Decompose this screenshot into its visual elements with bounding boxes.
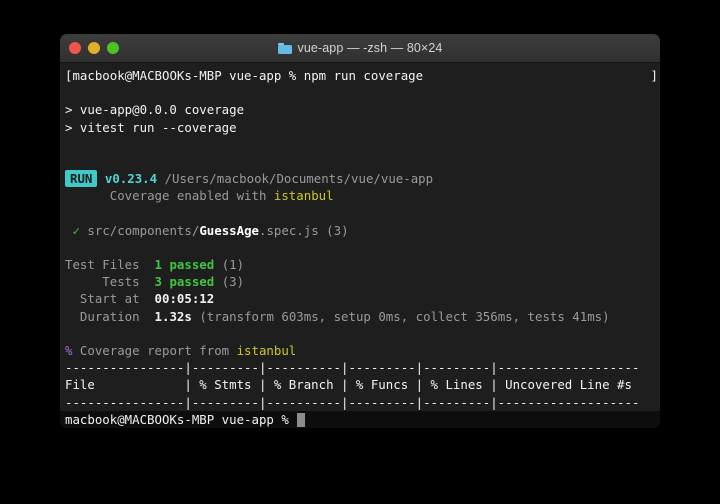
duration-value: 1.32s [154, 308, 192, 324]
summary-test-files: Test Files 1 passed (1) [65, 257, 245, 273]
summary-tests: Tests 3 passed (3) [65, 274, 245, 290]
npm-script-line-1: > vue-app@0.0.0 coverage [60, 101, 660, 118]
test-files-extra: (1) [221, 257, 245, 273]
vitest-run-line: RUN v0.23.4 /Users/macbook/Documents/vue… [60, 170, 660, 188]
coverage-report-label: Coverage report from [72, 343, 237, 358]
start-at-value: 00:05:12 [154, 291, 215, 307]
terminal-window[interactable]: vue-app — -zsh — 80×24 [macbook@MACBOOKs… [60, 34, 660, 428]
table-separator-mid: ----------------|---------|----------|--… [60, 394, 660, 411]
summary-duration: Duration 1.32s (transform 603ms, setup 0… [65, 308, 610, 324]
test-file-count: (3) [326, 222, 349, 238]
final-shell-prompt[interactable]: macbook@MACBOOKs-MBP vue-app % [60, 411, 660, 428]
test-file-name: GuessAge [199, 222, 259, 238]
folder-icon [277, 42, 292, 54]
test-files-value: 1 passed [154, 257, 215, 273]
npm-script-text-1: > vue-app@0.0.0 coverage [65, 102, 245, 118]
table-header-row: File | % Stmts | % Branch | % Funcs | % … [60, 376, 660, 393]
minimize-button[interactable] [88, 42, 100, 54]
separator-text: ----------------|---------|----------|--… [65, 394, 640, 410]
npm-script-text-2: > vitest run --coverage [65, 119, 237, 135]
coverage-report-title: % Coverage report from istanbul [60, 342, 660, 359]
close-button[interactable] [69, 42, 81, 54]
zoom-button[interactable] [107, 42, 119, 54]
coverage-provider: istanbul [273, 188, 334, 204]
test-file-path-prefix: src/components/ [87, 222, 200, 238]
window-title: vue-app — -zsh — 80×24 [60, 41, 660, 55]
window-title-text: vue-app — -zsh — 80×24 [297, 41, 443, 55]
npm-script-line-2: > vitest run --coverage [60, 119, 660, 136]
terminal-cursor [297, 413, 306, 427]
window-titlebar[interactable]: vue-app — -zsh — 80×24 [60, 34, 660, 63]
table-separator-top: ----------------|---------|----------|--… [60, 359, 660, 376]
coverage-enabled-label: Coverage enabled with [109, 188, 274, 204]
test-file-result-line: ✓ src/components/GuessAge.spec.js (3) [60, 222, 660, 239]
window-controls[interactable] [69, 34, 119, 62]
project-path: /Users/macbook/Documents/vue/vue-app [164, 171, 434, 187]
shell-prompt: macbook@MACBOOKs-MBP vue-app % [72, 68, 304, 83]
terminal-body[interactable]: [macbook@MACBOOKs-MBP vue-app % npm run … [60, 63, 660, 428]
duration-extra: (transform 603ms, setup 0ms, collect 356… [199, 308, 610, 324]
coverage-report-provider: istanbul [236, 343, 297, 358]
separator-text: ----------------|---------|----------|--… [65, 360, 640, 376]
check-icon: ✓ [72, 222, 80, 238]
vitest-version: v0.23.4 [104, 171, 158, 187]
coverage-enabled-line: Coverage enabled with istanbul [60, 187, 660, 204]
tests-extra: (3) [221, 274, 245, 290]
test-file-path-suffix: .spec.js [259, 222, 319, 238]
command-text: npm run coverage [303, 68, 424, 83]
final-prompt-text: macbook@MACBOOKs-MBP vue-app % [65, 412, 297, 427]
table-header-text: File | % Stmts | % Branch | % Funcs | % … [65, 377, 632, 393]
summary-start-at: Start at 00:05:12 [65, 291, 215, 307]
selection-right-bracket: ] [650, 68, 658, 83]
run-badge: RUN [65, 170, 98, 188]
command-line: [macbook@MACBOOKs-MBP vue-app % npm run … [60, 67, 660, 84]
tests-value: 3 passed [154, 274, 215, 290]
